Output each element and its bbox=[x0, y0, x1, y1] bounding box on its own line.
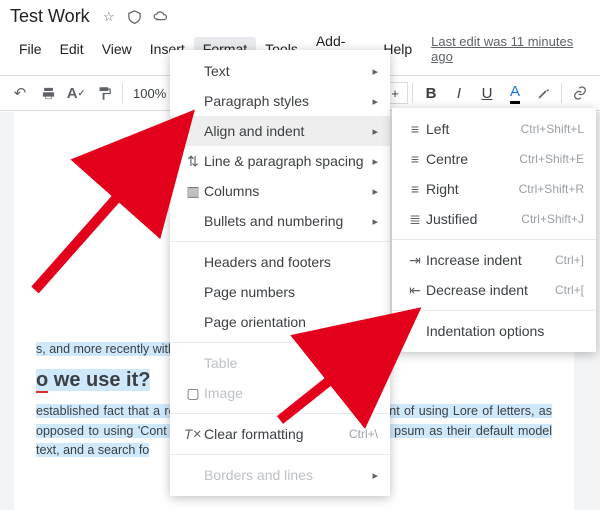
align-left[interactable]: ≡LeftCtrl+Shift+L bbox=[392, 114, 596, 144]
underline-button[interactable]: U bbox=[473, 79, 501, 107]
cloud-icon[interactable] bbox=[152, 8, 170, 26]
align-centre[interactable]: ≡CentreCtrl+Shift+E bbox=[392, 144, 596, 174]
paint-format-icon[interactable] bbox=[90, 79, 118, 107]
align-justified[interactable]: ≣JustifiedCtrl+Shift+J bbox=[392, 204, 596, 234]
menu-line-spacing[interactable]: ⇅Line & paragraph spacing▸ bbox=[170, 146, 390, 176]
menu-page-numbers[interactable]: Page numbers bbox=[170, 277, 390, 307]
menu-clear-formatting[interactable]: T✕Clear formattingCtrl+\ bbox=[170, 419, 390, 449]
menu-view[interactable]: View bbox=[93, 37, 141, 61]
menu-table: Table▸ bbox=[170, 348, 390, 378]
menu-align-indent[interactable]: Align and indent▸ bbox=[170, 116, 390, 146]
menu-edit[interactable]: Edit bbox=[51, 37, 93, 61]
bold-button[interactable]: B bbox=[417, 79, 445, 107]
menu-bullets[interactable]: Bullets and numbering▸ bbox=[170, 206, 390, 236]
menu-image: ▢Image▸ bbox=[170, 378, 390, 408]
last-edit-link[interactable]: Last edit was 11 minutes ago bbox=[431, 34, 590, 64]
indent-decrease-icon: ⇤ bbox=[404, 282, 426, 299]
indentation-options[interactable]: Indentation options bbox=[392, 316, 596, 346]
menu-columns[interactable]: ▥Columns▸ bbox=[170, 176, 390, 206]
clear-format-icon: T✕ bbox=[182, 426, 204, 442]
align-right-icon: ≡ bbox=[404, 181, 426, 197]
spellcheck-icon[interactable]: A✓ bbox=[62, 79, 90, 107]
menu-headers-footers[interactable]: Headers and footers bbox=[170, 247, 390, 277]
doc-title[interactable]: Test Work bbox=[10, 6, 90, 27]
menu-page-orientation[interactable]: Page orientation bbox=[170, 307, 390, 337]
menu-text[interactable]: Text▸ bbox=[170, 56, 390, 86]
align-justified-icon: ≣ bbox=[404, 211, 426, 228]
italic-button[interactable]: I bbox=[445, 79, 473, 107]
align-left-icon: ≡ bbox=[404, 121, 426, 137]
align-indent-submenu: ≡LeftCtrl+Shift+L ≡CentreCtrl+Shift+E ≡R… bbox=[392, 108, 596, 352]
move-icon[interactable] bbox=[126, 8, 144, 26]
align-right[interactable]: ≡RightCtrl+Shift+R bbox=[392, 174, 596, 204]
align-centre-icon: ≡ bbox=[404, 151, 426, 167]
print-icon[interactable] bbox=[34, 79, 62, 107]
insert-link-icon[interactable] bbox=[566, 79, 594, 107]
image-icon: ▢ bbox=[182, 385, 204, 402]
indent-increase-icon: ⇥ bbox=[404, 252, 426, 269]
text-color-button[interactable]: A bbox=[501, 79, 529, 107]
menu-paragraph-styles[interactable]: Paragraph styles▸ bbox=[170, 86, 390, 116]
format-dropdown: Text▸ Paragraph styles▸ Align and indent… bbox=[170, 50, 390, 496]
columns-icon: ▥ bbox=[182, 183, 204, 200]
decrease-indent[interactable]: ⇤Decrease indentCtrl+[ bbox=[392, 275, 596, 305]
menu-borders-lines: Borders and lines▸ bbox=[170, 460, 390, 490]
increase-indent[interactable]: ⇥Increase indentCtrl+] bbox=[392, 245, 596, 275]
line-spacing-icon: ⇅ bbox=[182, 153, 204, 170]
undo-icon[interactable]: ↶ bbox=[6, 79, 34, 107]
menu-file[interactable]: File bbox=[10, 37, 51, 61]
star-icon[interactable]: ☆ bbox=[100, 8, 118, 26]
highlight-button[interactable] bbox=[529, 79, 557, 107]
